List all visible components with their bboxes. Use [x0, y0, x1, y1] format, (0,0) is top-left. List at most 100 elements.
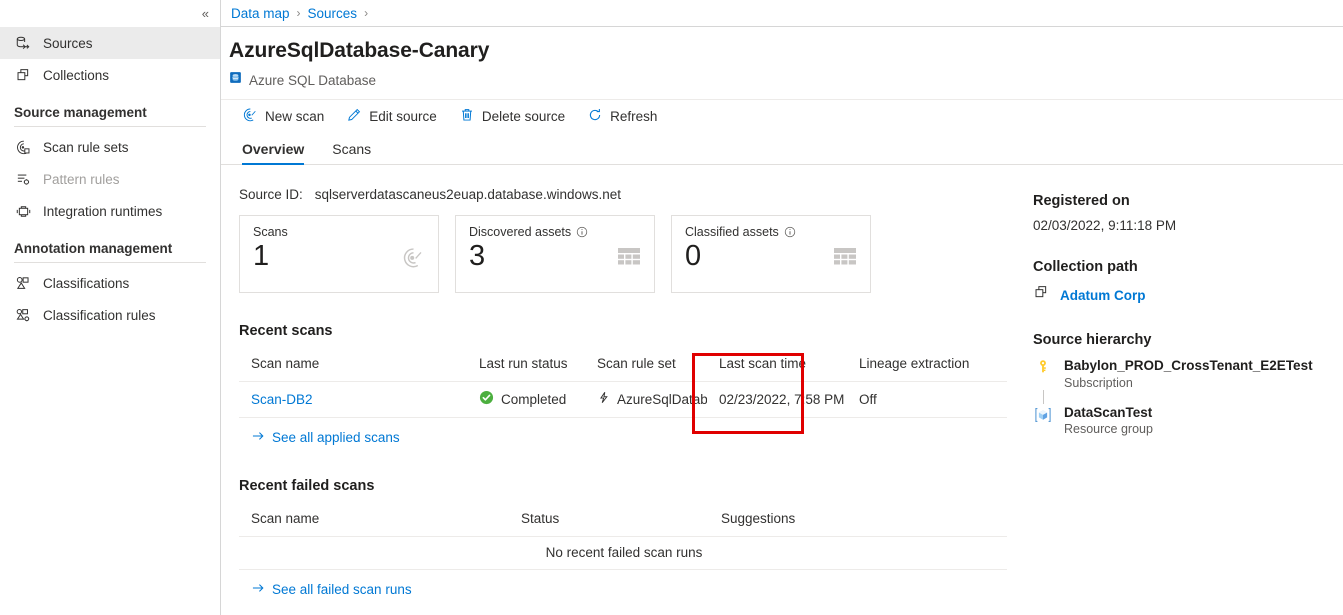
see-all-applied-scans-label: See all applied scans: [272, 430, 400, 445]
stat-card-scans[interactable]: Scans 1: [239, 215, 439, 293]
command-toolbar: New scan Edit source Delete source Refre…: [221, 99, 1343, 132]
sidebar-item-label: Integration runtimes: [43, 203, 163, 219]
hierarchy-item-subscription[interactable]: Babylon_PROD_CrossTenant_E2ETest Subscri…: [1033, 357, 1343, 390]
scan-rule-set-text: AzureSqlDataba: [617, 391, 707, 407]
stat-card-label: Scans: [253, 225, 288, 239]
source-id-row: Source ID: sqlserverdatascaneus2euap.dat…: [239, 187, 1021, 202]
info-icon[interactable]: [784, 226, 796, 238]
stat-card-value: 3: [469, 240, 486, 272]
column-header-scan-rule-set[interactable]: Scan rule set: [585, 347, 707, 382]
collection-path-title: Collection path: [1033, 259, 1138, 275]
collection-path-link[interactable]: Adatum Corp: [1060, 288, 1146, 303]
sidebar-item-sources[interactable]: Sources: [0, 27, 220, 59]
edit-source-button[interactable]: Edit source: [335, 100, 448, 132]
trash-icon: [459, 107, 475, 126]
lightning-bolt-icon: [597, 391, 610, 407]
sidebar-item-integration-runtimes[interactable]: Integration runtimes: [0, 195, 220, 227]
recent-scans-title: Recent scans: [239, 323, 333, 339]
sidebar-item-label: Collections: [43, 67, 110, 83]
collection-path-block: Collection path Adatum Corp: [1033, 259, 1343, 306]
hierarchy-item-type: Subscription: [1064, 375, 1133, 390]
column-header-failed-scan-name[interactable]: Scan name: [239, 502, 509, 537]
see-all-applied-scans-link[interactable]: See all applied scans: [239, 429, 1021, 446]
breadcrumb-separator-icon: ›: [296, 6, 301, 20]
stat-card-label-wrap: Classified assets: [685, 225, 857, 239]
refresh-button[interactable]: Refresh: [576, 100, 668, 132]
collections-icon: [1033, 284, 1050, 306]
table-row[interactable]: Scan-DB2 Completed AzureSqlDataba 02/23/…: [239, 381, 1007, 418]
tab-bar: Overview Scans: [221, 132, 1343, 165]
refresh-label: Refresh: [610, 108, 658, 124]
stat-card-label: Discovered assets: [469, 225, 572, 239]
scan-rule-sets-icon: [14, 138, 32, 156]
sidebar-item-label: Sources: [43, 35, 93, 51]
registered-on-value: 02/03/2022, 9:11:18 PM: [1033, 218, 1177, 233]
hierarchy-item-resource-group[interactable]: DataScanTest Resource group: [1033, 404, 1343, 436]
pattern-rules-icon: [14, 170, 32, 188]
new-scan-button[interactable]: New scan: [231, 100, 335, 132]
cell-scan-rule-set: AzureSqlDataba: [585, 381, 707, 418]
delete-source-button[interactable]: Delete source: [448, 100, 576, 132]
main-content: Data map › Sources › AzureSqlDatabase-Ca…: [221, 0, 1343, 615]
collection-path-row[interactable]: Adatum Corp: [1033, 284, 1343, 306]
recent-failed-scans-section: Recent failed scans Scan name Status Sug…: [239, 478, 1021, 598]
recent-scans-table: Scan name Last run status Scan rule set …: [239, 347, 1007, 418]
column-header-scan-name[interactable]: Scan name: [239, 347, 467, 382]
scan-target-icon: [401, 246, 425, 275]
left-navigation: « Sources Collections Source management …: [0, 0, 221, 615]
table-grid-icon: [833, 246, 857, 273]
collapse-nav-icon[interactable]: «: [202, 7, 209, 20]
table-header-row: Scan name Status Suggestions: [239, 502, 1007, 537]
stat-card-discovered-assets[interactable]: Discovered assets 3: [455, 215, 655, 293]
hierarchy-connector: [1033, 389, 1053, 404]
breadcrumb-item-sources[interactable]: Sources: [308, 6, 358, 21]
resource-group-icon: [1033, 404, 1053, 424]
table-header-row: Scan name Last run status Scan rule set …: [239, 347, 1007, 382]
nav-section-source-management: Source management: [14, 105, 147, 120]
registered-on-block: Registered on 02/03/2022, 9:11:18 PM: [1033, 193, 1343, 233]
status-text: Completed: [501, 391, 567, 407]
tab-scans[interactable]: Scans: [321, 142, 382, 164]
collections-icon: [14, 66, 32, 84]
recent-failed-scans-table: Scan name Status Suggestions No recent f…: [239, 502, 1007, 570]
table-grid-icon: [617, 246, 641, 273]
column-header-failed-status[interactable]: Status: [509, 502, 709, 537]
info-icon[interactable]: [576, 226, 588, 238]
cell-last-scan-time: 02/23/2022, 7:58 PM: [707, 381, 847, 418]
sidebar-item-label: Classifications: [43, 275, 130, 291]
breadcrumb-item-data-map[interactable]: Data map: [231, 6, 290, 21]
sidebar-item-label: Classification rules: [43, 307, 156, 323]
recent-failed-scans-title: Recent failed scans: [239, 478, 375, 494]
content-area: Source ID: sqlserverdatascaneus2euap.dat…: [221, 165, 1343, 598]
sidebar-item-scan-rule-sets[interactable]: Scan rule sets: [0, 131, 220, 163]
tab-overview[interactable]: Overview: [231, 142, 315, 165]
nav-divider: [14, 262, 206, 263]
edit-source-label: Edit source: [369, 108, 437, 124]
stat-card-label: Classified assets: [685, 225, 779, 239]
sidebar-item-classification-rules[interactable]: Classification rules: [0, 299, 220, 331]
success-check-icon: [479, 390, 494, 408]
stat-card-label-wrap: Discovered assets: [469, 225, 641, 239]
cell-scan-name[interactable]: Scan-DB2: [239, 381, 467, 418]
scan-name-link[interactable]: Scan-DB2: [251, 392, 313, 407]
registered-on-title: Registered on: [1033, 193, 1130, 209]
purview-source-detail-page: « Sources Collections Source management …: [0, 0, 1343, 615]
pencil-icon: [346, 107, 362, 126]
cell-lineage-extraction: Off: [847, 381, 1007, 418]
database-arrow-icon: [14, 34, 32, 52]
column-header-lineage-extraction[interactable]: Lineage extraction: [847, 347, 1007, 382]
column-header-last-run-status[interactable]: Last run status: [467, 347, 585, 382]
column-header-failed-suggestions[interactable]: Suggestions: [709, 502, 1007, 537]
new-scan-icon: [242, 107, 258, 126]
sidebar-item-label: Pattern rules: [43, 171, 120, 187]
classifications-icon: [14, 274, 32, 292]
sidebar-item-collections[interactable]: Collections: [0, 59, 220, 91]
sidebar-item-classifications[interactable]: Classifications: [0, 267, 220, 299]
see-all-failed-scan-runs-link[interactable]: See all failed scan runs: [239, 581, 1021, 598]
breadcrumb: Data map › Sources ›: [221, 0, 1343, 27]
stat-card-classified-assets[interactable]: Classified assets 0: [671, 215, 871, 293]
hierarchy-item-name: DataScanTest: [1064, 404, 1153, 420]
page-title: AzureSqlDatabase-Canary: [229, 39, 490, 62]
delete-source-label: Delete source: [481, 108, 566, 124]
column-header-last-scan-time[interactable]: Last scan time: [707, 347, 847, 382]
